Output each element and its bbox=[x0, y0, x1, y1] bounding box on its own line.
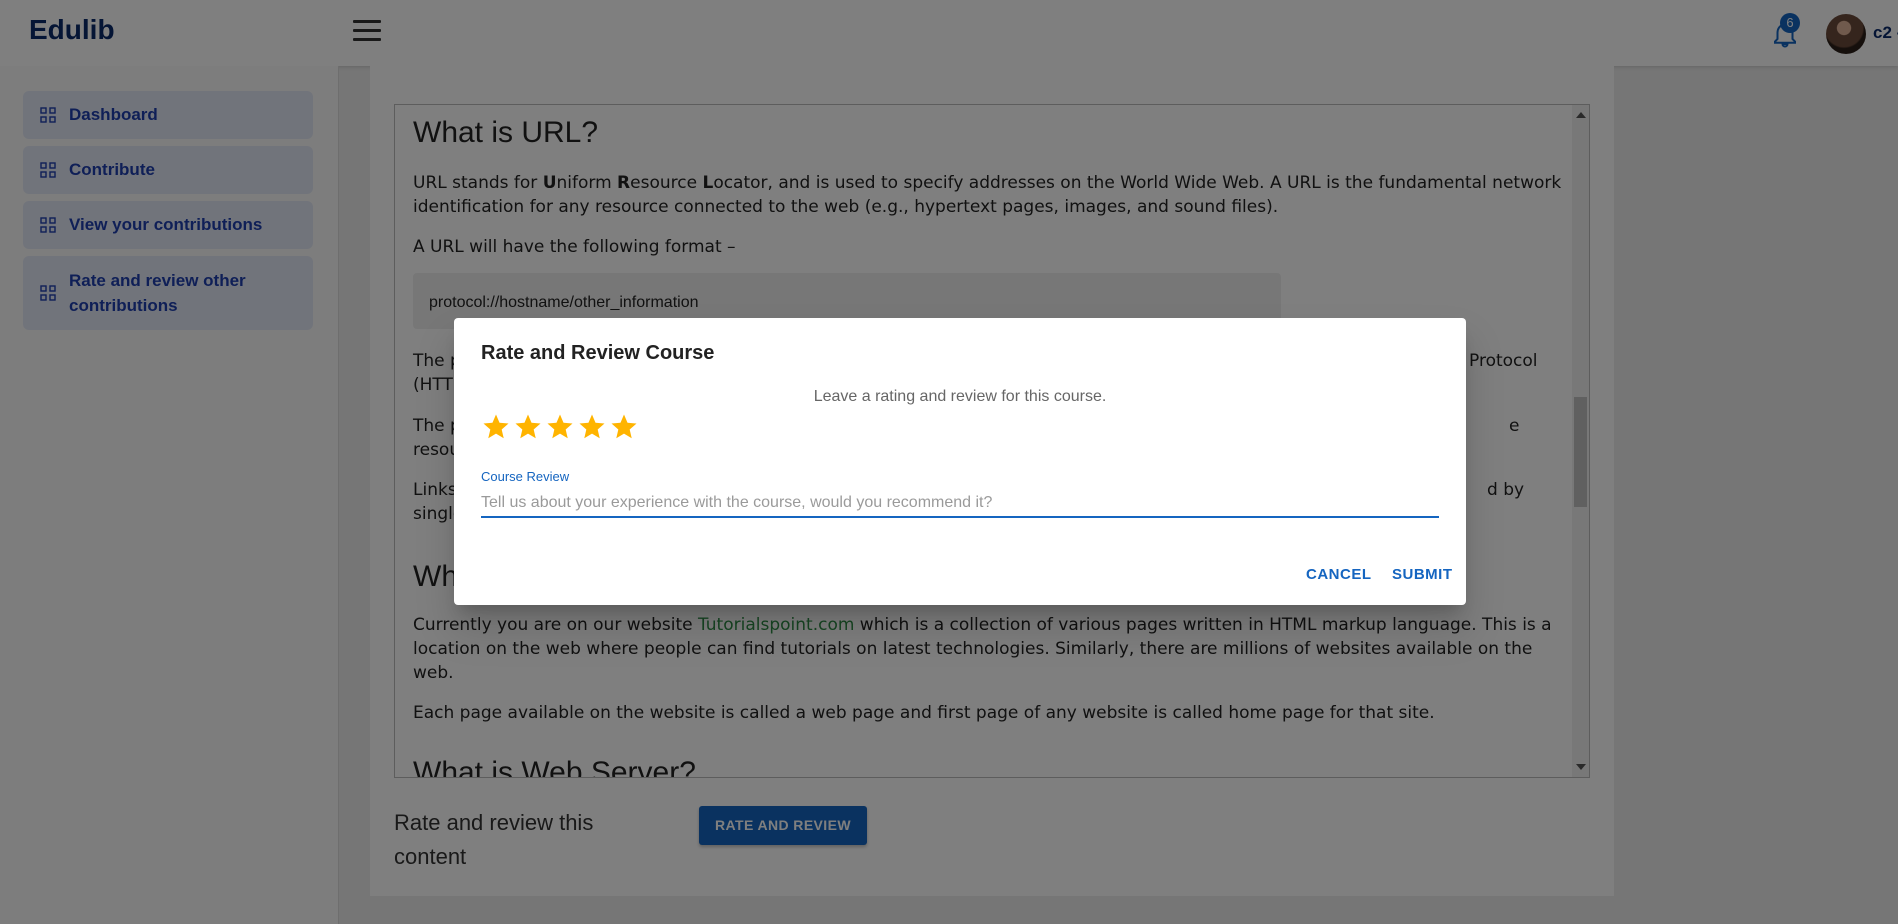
star-rating[interactable] bbox=[481, 412, 641, 446]
star-icon[interactable] bbox=[609, 412, 639, 442]
dialog-title: Rate and Review Course bbox=[481, 342, 715, 364]
dialog-subtitle: Leave a rating and review for this cours… bbox=[813, 388, 1107, 405]
star-icon[interactable] bbox=[577, 412, 607, 442]
cancel-button[interactable]: CANCEL bbox=[1306, 566, 1372, 583]
star-icon[interactable] bbox=[481, 412, 511, 442]
star-icon[interactable] bbox=[513, 412, 543, 442]
star-icon[interactable] bbox=[545, 412, 575, 442]
course-review-input[interactable] bbox=[481, 490, 1439, 518]
course-review-label: Course Review bbox=[481, 469, 570, 484]
rate-review-dialog: Rate and Review Course Leave a rating an… bbox=[454, 318, 1466, 605]
submit-button[interactable]: SUBMIT bbox=[1392, 566, 1453, 583]
